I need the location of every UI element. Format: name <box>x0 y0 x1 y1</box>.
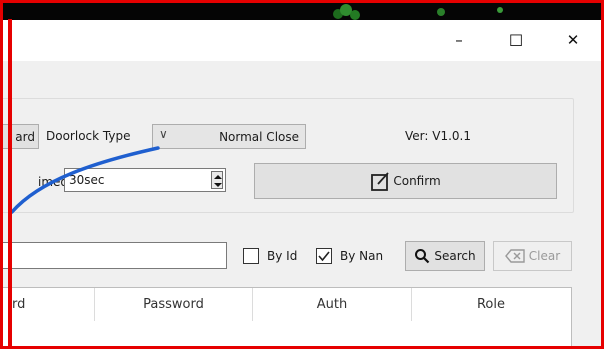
doorlock-type-value: Normal Close <box>219 130 299 144</box>
settings-left-button[interactable]: ard <box>0 124 39 149</box>
by-name-checkbox[interactable] <box>316 248 332 264</box>
close-icon: ✕ <box>566 31 580 49</box>
clear-button[interactable]: Clear <box>493 241 572 271</box>
minimize-button[interactable]: – <box>436 20 482 60</box>
background-foliage <box>0 0 604 20</box>
confirm-button[interactable]: Confirm <box>254 163 557 199</box>
maximize-button[interactable]: ☐ <box>493 20 539 60</box>
column-header-card-label: rd <box>12 297 26 312</box>
version-label: Ver: V1.0.1 <box>405 129 471 143</box>
settings-left-button-label: ard <box>15 129 35 144</box>
timeout-input[interactable]: 30sec <box>64 168 226 192</box>
doorlock-type-label: Doorlock Type <box>46 129 131 143</box>
column-header-role[interactable]: Role <box>412 288 570 321</box>
maximize-icon: ☐ <box>508 30 524 50</box>
doorlock-type-dropdown[interactable]: ∨ Normal Close <box>152 124 306 149</box>
backspace-icon <box>504 249 525 263</box>
column-header-card[interactable]: rd <box>0 288 95 321</box>
close-button[interactable]: ✕ <box>550 20 596 60</box>
users-table: rd Password Auth Role <box>0 287 572 349</box>
column-header-role-label: Role <box>476 297 505 312</box>
edit-icon <box>371 171 390 191</box>
column-header-auth[interactable]: Auth <box>253 288 412 321</box>
confirm-button-label: Confirm <box>393 174 441 188</box>
by-id-checkbox[interactable] <box>243 248 259 264</box>
spinner-arrows-icon <box>214 175 222 187</box>
minimize-icon: – <box>455 31 463 49</box>
background-strip <box>0 0 604 20</box>
app-window: – ☐ ✕ ard Doorlock Type ∨ Normal Close V… <box>0 0 604 349</box>
column-header-password[interactable]: Password <box>95 288 253 321</box>
search-button[interactable]: Search <box>405 241 485 271</box>
search-input[interactable] <box>0 242 227 269</box>
timeout-value: 30sec <box>69 173 105 187</box>
search-button-label: Search <box>434 249 476 263</box>
by-name-label: By Nan <box>340 249 384 263</box>
timeout-spinner[interactable] <box>211 171 223 189</box>
annotation-frame-inner-edge <box>8 19 12 349</box>
clear-button-label: Clear <box>528 249 561 263</box>
title-bar: – ☐ ✕ <box>0 20 604 60</box>
chevron-down-icon: ∨ <box>159 127 168 141</box>
column-header-password-label: Password <box>143 297 204 312</box>
check-icon <box>318 251 330 262</box>
search-icon <box>415 249 430 264</box>
column-header-auth-label: Auth <box>316 297 348 312</box>
by-id-label: By Id <box>267 249 298 263</box>
